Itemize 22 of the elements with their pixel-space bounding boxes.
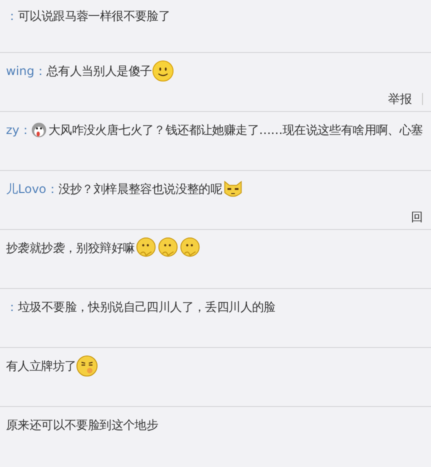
emoji-icon xyxy=(178,237,201,259)
username[interactable]: zy： xyxy=(6,122,32,138)
comment-text: 有人立牌坊了 xyxy=(6,358,76,374)
emoji-icon xyxy=(134,237,157,259)
comment-text: 没抄？刘梓晨整容也说没整的呢 xyxy=(58,180,222,198)
username[interactable]: ： xyxy=(6,298,18,316)
dog-icon xyxy=(31,122,48,138)
comment-text: 垃圾不要脸，快别说自己四川人了，丢四川人的脸 xyxy=(18,298,276,316)
username[interactable]: wing： xyxy=(6,62,46,80)
comment-text: 可以说跟马蓉一样很不要脸了 xyxy=(18,8,170,24)
username[interactable]: ： xyxy=(6,8,18,24)
emoji-icon xyxy=(76,355,98,377)
comment-text: 原来还可以不要脸到这个地步 xyxy=(6,416,158,434)
comment-text: 总有人当别人是傻子 xyxy=(46,62,152,80)
cat-icon xyxy=(222,178,244,200)
comment-text: 大风咋没火唐七火了？钱还都让她赚走了……现在说这些有啥用啊、心塞 xyxy=(48,122,423,138)
comment-text: 抄袭就抄袭，别狡辩好嘛 xyxy=(6,240,135,256)
emoji-icon xyxy=(156,237,179,259)
smiley-icon xyxy=(152,60,174,82)
username[interactable]: 儿Lovo： xyxy=(6,180,58,198)
action-link[interactable]: 回 xyxy=(411,208,423,226)
action-link[interactable]: 举报 xyxy=(388,90,412,108)
